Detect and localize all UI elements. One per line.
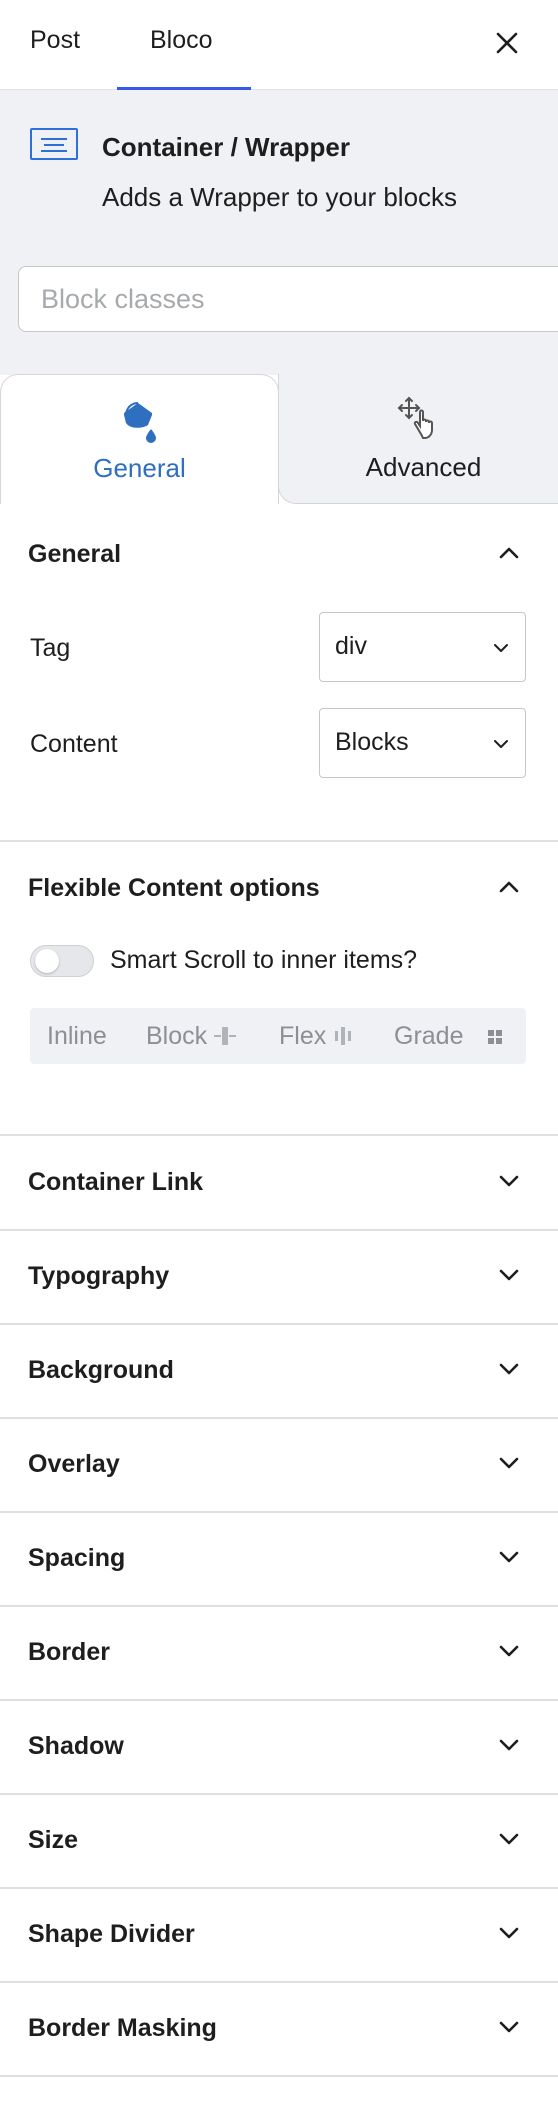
tag-label: Tag bbox=[30, 634, 71, 662]
chevron-down-icon bbox=[499, 1833, 519, 1845]
panel-size[interactable]: Size bbox=[0, 1794, 558, 1888]
panel-typography[interactable]: Typography bbox=[0, 1230, 558, 1324]
panel-border[interactable]: Border bbox=[0, 1606, 558, 1700]
display-grid-option[interactable]: Grade bbox=[394, 1022, 504, 1051]
toggle-knob bbox=[35, 949, 59, 973]
panel-spacing[interactable]: Spacing bbox=[0, 1512, 558, 1606]
tab-post[interactable]: Post bbox=[30, 26, 80, 55]
chevron-down-icon bbox=[499, 1269, 519, 1281]
chevron-down-icon bbox=[499, 1363, 519, 1375]
smart-scroll-toggle[interactable] bbox=[30, 945, 94, 977]
panel-flexible-title: Flexible Content options bbox=[28, 874, 320, 902]
display-flex-option[interactable]: Flex bbox=[279, 1022, 355, 1051]
paint-bucket-icon bbox=[124, 402, 156, 443]
display-mode-segmented: Inline Block Flex Grade bbox=[30, 1008, 526, 1064]
content-select-value: Blocks bbox=[335, 728, 409, 756]
display-block-option[interactable]: Block bbox=[146, 1022, 240, 1051]
container-icon bbox=[30, 128, 78, 160]
chevron-down-icon bbox=[499, 1739, 519, 1751]
tab-advanced-label: Advanced bbox=[365, 452, 482, 482]
smart-scroll-label: Smart Scroll to inner items? bbox=[110, 946, 418, 974]
content-label: Content bbox=[30, 730, 118, 758]
chevron-down-icon bbox=[499, 2021, 519, 2033]
panel-title: Background bbox=[28, 1356, 174, 1384]
display-inline-option[interactable]: Inline bbox=[47, 1022, 107, 1051]
panel-border-masking[interactable]: Border Masking bbox=[0, 1982, 558, 2076]
panel-overlay[interactable]: Overlay bbox=[0, 1418, 558, 1512]
content-select[interactable]: Blocks bbox=[319, 708, 526, 778]
panel-title: Border bbox=[28, 1638, 110, 1666]
block-title: Container / Wrapper bbox=[102, 132, 351, 162]
tab-bloco[interactable]: Bloco bbox=[150, 26, 213, 55]
move-pointer-icon bbox=[397, 396, 433, 439]
block-classes-input[interactable]: Block classes ⌄ bbox=[18, 266, 558, 332]
tag-select[interactable]: div bbox=[319, 612, 526, 682]
panel-shape-divider[interactable]: Shape Divider bbox=[0, 1888, 558, 1982]
panel-title: Shadow bbox=[28, 1732, 124, 1760]
panel-title: Shape Divider bbox=[28, 1920, 195, 1948]
divider bbox=[0, 2075, 558, 2077]
panel-title: Typography bbox=[28, 1262, 170, 1290]
chevron-down-icon bbox=[499, 1175, 519, 1187]
tab-advanced[interactable]: Advanced bbox=[278, 374, 558, 504]
chevron-down-icon bbox=[499, 1645, 519, 1657]
close-icon[interactable] bbox=[490, 26, 524, 60]
flex-layout-icon bbox=[335, 1027, 352, 1045]
panel-shadow[interactable]: Shadow bbox=[0, 1700, 558, 1794]
panel-container-link[interactable]: Container Link bbox=[0, 1136, 558, 1230]
panel-title: Container Link bbox=[28, 1168, 204, 1196]
chevron-up-icon bbox=[499, 881, 519, 893]
block-classes-placeholder: Block classes bbox=[41, 284, 205, 314]
panel-general-title: General bbox=[28, 540, 122, 568]
block-card: Container / Wrapper Adds a Wrapper to yo… bbox=[0, 90, 558, 375]
panel-general[interactable]: General bbox=[0, 508, 558, 602]
block-layout-icon bbox=[214, 1027, 237, 1045]
tag-select-value: div bbox=[335, 632, 367, 660]
panel-flexible-content[interactable]: Flexible Content options bbox=[0, 842, 558, 936]
tab-general[interactable]: General bbox=[0, 374, 279, 504]
chevron-down-icon bbox=[499, 1457, 519, 1469]
sidebar-header: Post Bloco bbox=[0, 0, 558, 90]
tab-general-label: General bbox=[93, 453, 186, 483]
block-description: Adds a Wrapper to your blocks bbox=[102, 182, 458, 212]
chevron-down-icon bbox=[494, 644, 508, 652]
chevron-down-icon bbox=[494, 740, 508, 748]
panel-title: Size bbox=[28, 1826, 79, 1854]
chevron-up-icon bbox=[499, 547, 519, 559]
panel-title: Border Masking bbox=[28, 2014, 217, 2042]
panel-title: Overlay bbox=[28, 1450, 120, 1478]
panel-title: Spacing bbox=[28, 1544, 126, 1572]
grid-layout-icon bbox=[488, 1030, 503, 1044]
panel-background[interactable]: Background bbox=[0, 1324, 558, 1418]
chevron-down-icon bbox=[499, 1551, 519, 1563]
chevron-down-icon bbox=[499, 1927, 519, 1939]
